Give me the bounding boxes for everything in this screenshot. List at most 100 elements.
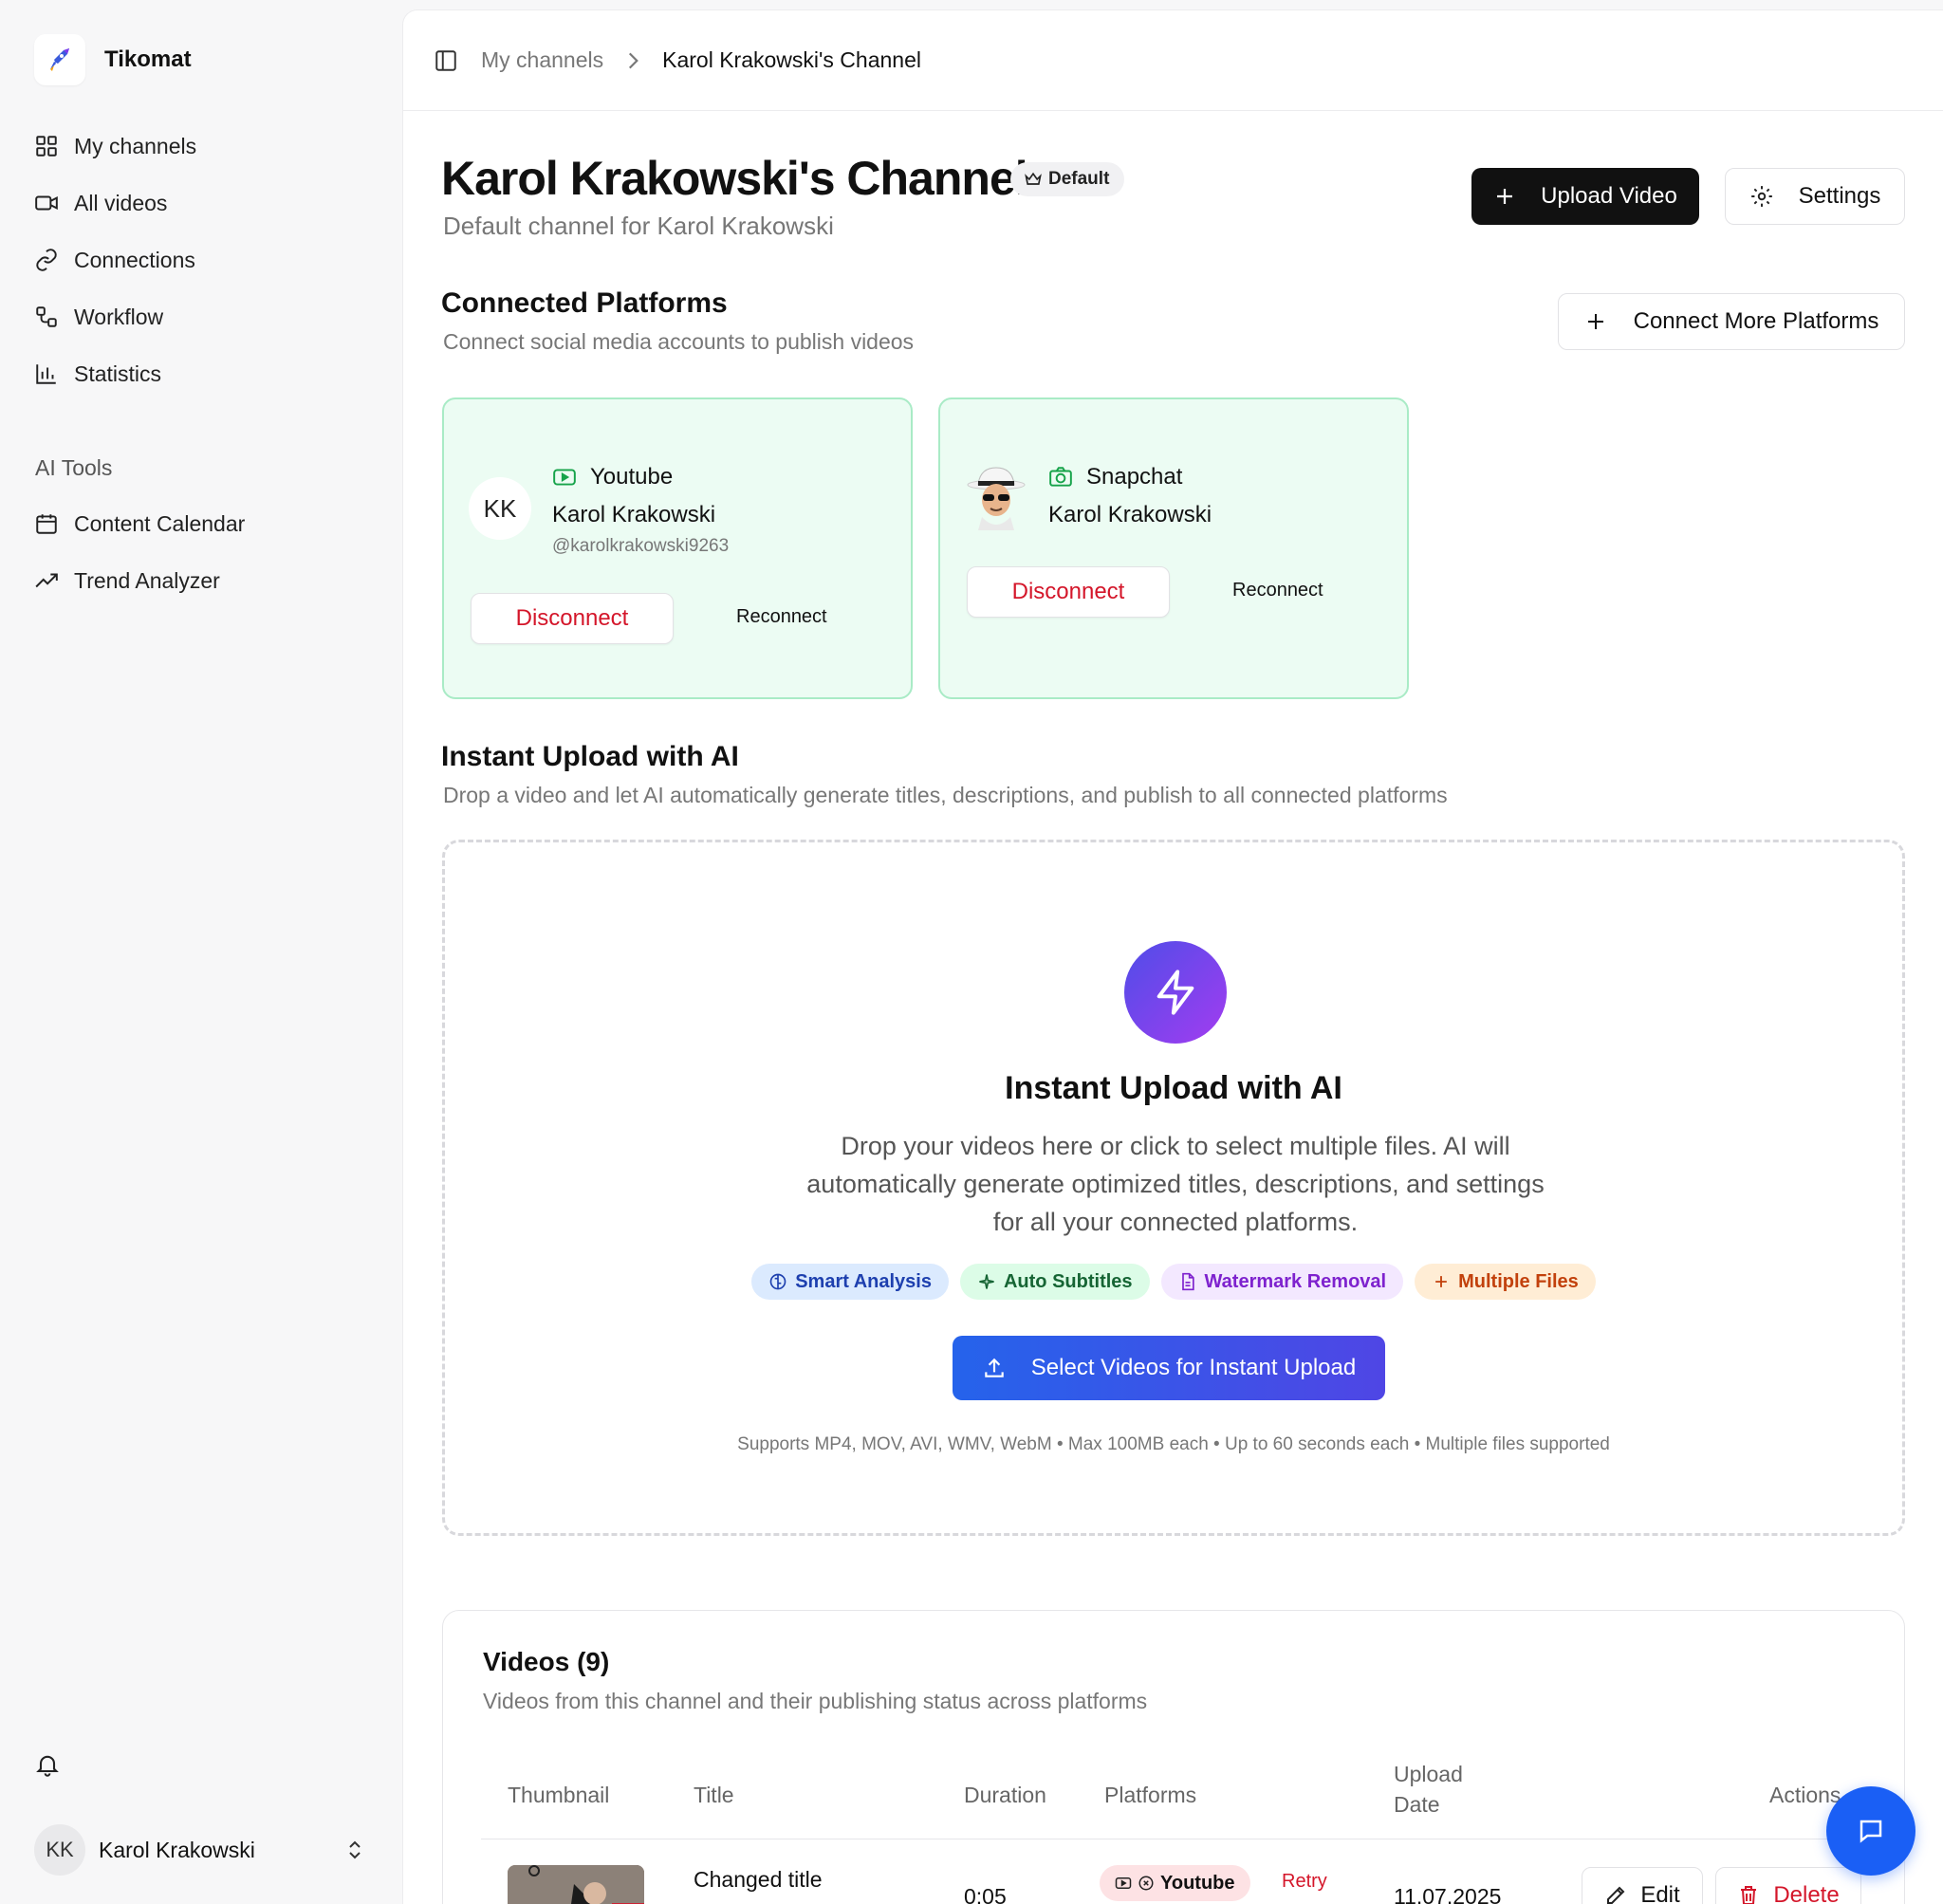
video-duration: 0:05 bbox=[964, 1884, 1007, 1904]
upload-video-label: Upload Video bbox=[1541, 183, 1677, 209]
account-name: Karol Krakowski bbox=[552, 502, 716, 527]
connect-more-platforms-button[interactable]: Connect More Platforms bbox=[1558, 293, 1905, 350]
sidebar-item-content-calendar[interactable]: Content Calendar bbox=[34, 495, 376, 552]
column-header-upload-date: Upload Date bbox=[1394, 1762, 1463, 1817]
platform-header: Youtube bbox=[552, 464, 673, 490]
column-header-platforms: Platforms bbox=[1104, 1783, 1197, 1807]
sidebar-item-label: Trend Analyzer bbox=[74, 567, 220, 593]
crown-icon bbox=[1025, 172, 1042, 185]
video-dropzone[interactable]: Instant Upload with AI Drop your videos … bbox=[442, 840, 1905, 1536]
sidebar-item-all-videos[interactable]: All videos bbox=[34, 175, 376, 231]
settings-label: Settings bbox=[1798, 183, 1881, 209]
platform-card-youtube: KK Youtube Karol Krakowski @karolkrakows… bbox=[442, 397, 913, 699]
plus-icon bbox=[1435, 1276, 1447, 1287]
edit-button[interactable]: Edit bbox=[1582, 1867, 1703, 1904]
platform-name: Youtube bbox=[590, 464, 674, 490]
delete-label: Delete bbox=[1773, 1882, 1840, 1904]
brand[interactable]: Tikomat bbox=[34, 34, 192, 85]
camera-icon bbox=[1049, 467, 1072, 487]
sidebar-item-trend-analyzer[interactable]: Trend Analyzer bbox=[34, 552, 376, 609]
youtube-icon bbox=[553, 469, 576, 486]
brain-icon bbox=[769, 1273, 786, 1290]
main-panel: My channels Karol Krakowski's Channel Ka… bbox=[402, 9, 1943, 1904]
lightning-icon bbox=[1157, 970, 1194, 1015]
reconnect-button[interactable]: Reconnect bbox=[736, 606, 827, 628]
gear-icon bbox=[1750, 186, 1772, 207]
chevron-up-down-icon bbox=[349, 1840, 361, 1859]
ai-tools-heading: AI Tools bbox=[35, 455, 113, 480]
trending-up-icon bbox=[35, 573, 58, 588]
upload-date: 11.07.2025 bbox=[1394, 1884, 1502, 1904]
column-header-thumbnail: Thumbnail bbox=[508, 1783, 610, 1807]
retry-link[interactable]: Retry bbox=[1282, 1871, 1327, 1893]
chevron-right-icon bbox=[629, 52, 638, 68]
feature-chip-auto-subtitles: Auto Subtitles bbox=[959, 1264, 1150, 1300]
bell-icon[interactable] bbox=[34, 1751, 61, 1778]
youtube-icon bbox=[1115, 1877, 1132, 1889]
sidebar-toggle-icon[interactable] bbox=[434, 48, 458, 73]
trash-icon bbox=[1741, 1886, 1757, 1904]
disconnect-button[interactable]: Disconnect bbox=[471, 593, 674, 644]
upload-video-button[interactable]: Upload Video bbox=[1471, 168, 1699, 225]
avatar: KK bbox=[469, 477, 531, 540]
file-icon bbox=[1181, 1272, 1194, 1291]
breadcrumb-parent[interactable]: My channels bbox=[481, 47, 603, 73]
chat-button[interactable] bbox=[1826, 1786, 1915, 1876]
instant-upload-section-title: Instant Upload with AI bbox=[441, 741, 739, 772]
account-name: Karol Krakowski bbox=[1048, 502, 1212, 527]
videos-title: Videos (9) bbox=[483, 1647, 610, 1676]
bar-chart-icon bbox=[36, 364, 56, 384]
chip-label: Multiple Files bbox=[1458, 1270, 1579, 1292]
sidebar-item-connections[interactable]: Connections bbox=[34, 231, 376, 288]
feature-chip-smart-analysis: Smart Analysis bbox=[751, 1264, 949, 1300]
page-title: Karol Krakowski's Channel bbox=[441, 152, 1028, 205]
sidebar-item-statistics[interactable]: Statistics bbox=[34, 345, 376, 402]
plus-icon bbox=[1587, 314, 1603, 329]
video-title[interactable]: Changed title bbox=[694, 1867, 823, 1893]
user-menu[interactable]: KK Karol Krakowski bbox=[34, 1821, 366, 1878]
link-icon bbox=[36, 249, 57, 271]
chat-icon bbox=[1860, 1820, 1882, 1843]
rocket-logo-icon bbox=[34, 34, 85, 85]
column-header-duration: Duration bbox=[964, 1783, 1046, 1807]
connected-platforms-subtitle: Connect social media accounts to publish… bbox=[443, 329, 915, 354]
sidebar-item-my-channels[interactable]: My channels bbox=[34, 118, 376, 175]
calendar-icon bbox=[36, 514, 57, 534]
select-videos-button[interactable]: Select Videos for Instant Upload bbox=[953, 1336, 1385, 1400]
badge-label: Default bbox=[1048, 169, 1110, 189]
sidebar-item-workflow[interactable]: Workflow bbox=[34, 288, 376, 345]
delete-button[interactable]: Delete bbox=[1715, 1867, 1861, 1904]
sidebar-item-label: Workflow bbox=[74, 304, 164, 329]
column-header-actions: Actions bbox=[1769, 1783, 1841, 1807]
feature-chip-watermark-removal: Watermark Removal bbox=[1160, 1264, 1404, 1300]
sidebar-item-label: Content Calendar bbox=[74, 510, 246, 536]
sidebar: Tikomat My channels All videos Connectio… bbox=[0, 0, 402, 1904]
ai-tools-nav: Content Calendar Trend Analyzer bbox=[34, 495, 376, 609]
dropzone-description: Drop your videos here or click to select… bbox=[806, 1132, 1545, 1236]
supported-formats-note: Supports MP4, MOV, AVI, WMV, WebM • Max … bbox=[737, 1434, 1610, 1454]
disconnect-button[interactable]: Disconnect bbox=[967, 566, 1170, 618]
bitmoji-avatar bbox=[965, 464, 1027, 530]
account-handle: @karolkrakowski9263 bbox=[552, 536, 730, 556]
reconnect-button[interactable]: Reconnect bbox=[1232, 580, 1323, 601]
platform-name: Snapchat bbox=[1086, 464, 1183, 490]
topbar: My channels Karol Krakowski's Channel bbox=[403, 10, 1943, 111]
page-subtitle: Default channel for Karol Krakowski bbox=[443, 212, 834, 240]
select-videos-label: Select Videos for Instant Upload bbox=[1030, 1355, 1357, 1380]
platform-status-pill: Youtube bbox=[1100, 1865, 1250, 1901]
platform-card-snapchat: Snapchat Karol Krakowski Disconnect Reco… bbox=[938, 397, 1409, 699]
video-thumbnail[interactable] bbox=[508, 1865, 644, 1904]
feature-chips: Smart Analysis Auto Subtitles Watermark … bbox=[445, 1264, 1902, 1300]
chip-label: Smart Analysis bbox=[795, 1270, 932, 1292]
upload-icon bbox=[985, 1358, 1004, 1377]
edit-icon bbox=[1607, 1886, 1625, 1904]
default-badge: Default bbox=[1010, 162, 1125, 196]
chip-label: Watermark Removal bbox=[1204, 1270, 1387, 1292]
settings-button[interactable]: Settings bbox=[1725, 168, 1905, 225]
sidebar-item-label: All videos bbox=[74, 190, 168, 215]
sparkles-icon bbox=[979, 1274, 994, 1289]
videos-card: Videos (9) Videos from this channel and … bbox=[442, 1610, 1905, 1904]
videos-subtitle: Videos from this channel and their publi… bbox=[483, 1689, 1148, 1713]
chip-label: Auto Subtitles bbox=[1003, 1270, 1133, 1292]
app-name: Tikomat bbox=[104, 46, 192, 72]
